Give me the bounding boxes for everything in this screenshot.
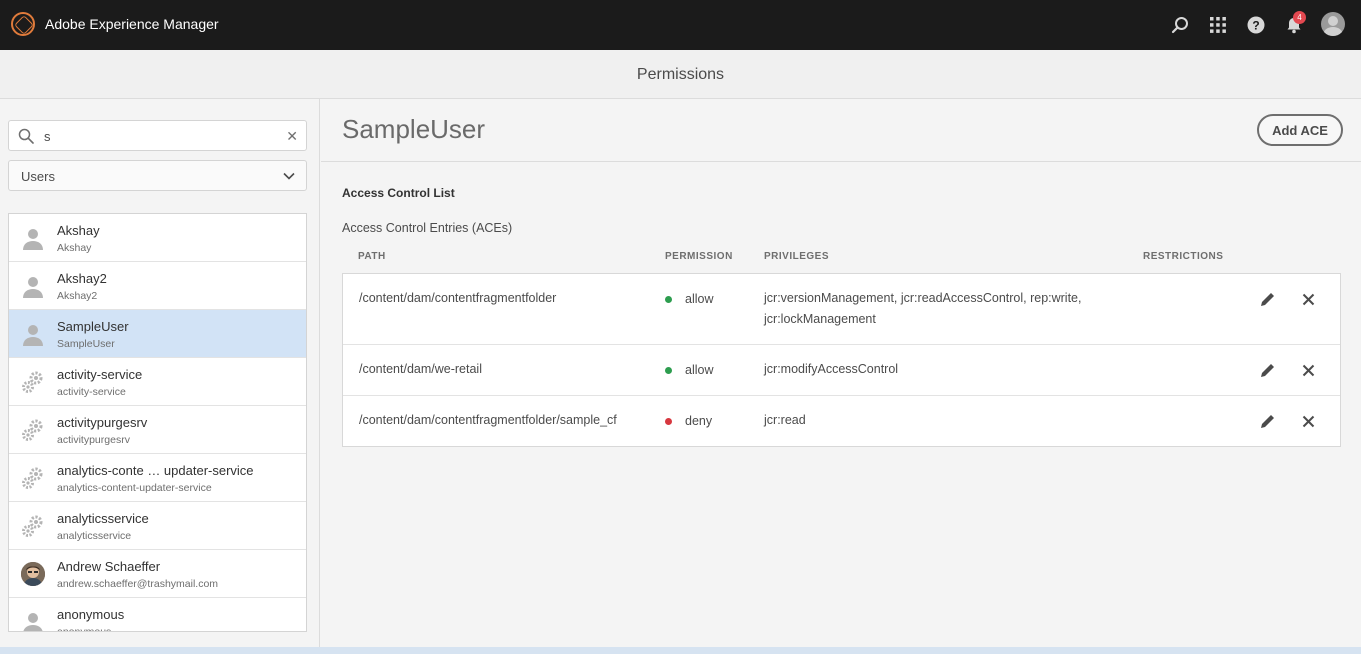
help-icon[interactable]: ? [1244, 13, 1268, 37]
ace-permission: allow [685, 363, 714, 377]
gears-icon [22, 419, 43, 441]
user-id: activity-service [57, 386, 126, 398]
photo-avatar [21, 562, 45, 586]
user-icon [23, 277, 43, 298]
notification-badge: 4 [1293, 11, 1306, 24]
table-row: /content/dam/contentfragmentfolder allow… [343, 274, 1340, 345]
gears-icon [22, 467, 43, 489]
column-header-privileges: PRIVILEGES [764, 251, 830, 262]
app-title[interactable]: Adobe Experience Manager [45, 16, 219, 32]
user-id: analyticsservice [57, 530, 132, 542]
user-id: anonymous [57, 626, 112, 632]
list-item[interactable]: Akshay2 Akshay2 [9, 262, 306, 310]
gears-icon [22, 371, 43, 393]
acl-heading: Access Control List [342, 186, 455, 200]
search-icon[interactable] [1168, 13, 1192, 37]
list-item[interactable]: analyticsservice analyticsservice [9, 502, 306, 550]
allow-status-dot [665, 367, 672, 374]
user-name: analyticsservice [57, 511, 149, 526]
user-name: anonymous [57, 607, 125, 622]
user-icon [23, 325, 43, 346]
avatar[interactable] [1321, 12, 1345, 36]
ace-privileges: jcr:versionManagement, jcr:readAccessCon… [764, 291, 1082, 305]
column-header-path: PATH [358, 251, 386, 262]
chevron-down-icon [283, 172, 295, 180]
list-item-selected[interactable]: SampleUser SampleUser [9, 310, 306, 358]
user-name: SampleUser [57, 319, 129, 334]
list-item[interactable]: activitypurgesrv activitypurgesrv [9, 406, 306, 454]
bottom-scroll-bar [0, 647, 1361, 654]
aem-logo-icon[interactable] [11, 12, 35, 36]
ace-path: /content/dam/contentfragmentfolder/sampl… [359, 413, 617, 427]
user-name: Akshay [57, 223, 100, 238]
ace-path: /content/dam/we-retail [359, 362, 482, 376]
delete-icon[interactable] [1298, 289, 1318, 309]
delete-icon[interactable] [1298, 360, 1318, 380]
allow-status-dot [665, 296, 672, 303]
gears-icon [22, 515, 43, 537]
principal-title: SampleUser [342, 114, 486, 144]
title-bar: Permissions [0, 50, 1361, 99]
user-icon [23, 229, 43, 250]
user-id: Akshay2 [57, 290, 98, 302]
list-item[interactable]: Akshay Akshay [9, 214, 306, 262]
user-icon [23, 613, 43, 631]
column-header-restrictions: RESTRICTIONS [1143, 251, 1224, 262]
user-id: andrew.schaeffer@trashymail.com [57, 578, 219, 590]
principal-type-select[interactable]: Users [8, 160, 307, 191]
ace-privileges: jcr:read [764, 413, 806, 427]
delete-icon[interactable] [1298, 411, 1318, 431]
list-item[interactable]: activity-service activity-service [9, 358, 306, 406]
edit-icon[interactable] [1257, 360, 1277, 380]
user-id: analytics-content-updater-service [57, 482, 212, 494]
user-id: activitypurgesrv [57, 434, 130, 446]
principal-sidebar: ✕ Users Akshay Akshay Akshay2 Akshay2 Sa… [0, 99, 320, 654]
ace-table: /content/dam/contentfragmentfolder allow… [342, 273, 1341, 447]
ace-permission: allow [685, 292, 714, 306]
list-item[interactable]: anonymous anonymous [9, 598, 306, 632]
ace-privileges: jcr:modifyAccessControl [764, 362, 899, 376]
list-item[interactable]: Andrew Schaeffer andrew.schaeffer@trashy… [9, 550, 306, 598]
user-name: activity-service [57, 367, 143, 382]
user-name: Andrew Schaeffer [57, 559, 161, 574]
user-name: activitypurgesrv [57, 415, 148, 430]
permissions-detail: SampleUser Add ACE Access Control List A… [321, 99, 1361, 654]
search-input[interactable] [44, 126, 274, 146]
edit-icon[interactable] [1257, 289, 1277, 309]
user-id: SampleUser [57, 338, 115, 350]
user-id: Akshay [57, 242, 92, 254]
search-icon [18, 128, 34, 144]
table-row: /content/dam/contentfragmentfolder/sampl… [343, 396, 1340, 446]
add-ace-button[interactable]: Add ACE [1257, 114, 1343, 146]
top-shell: Adobe Experience Manager ? 4 [0, 0, 1361, 50]
deny-status-dot [665, 418, 672, 425]
ace-permission: deny [685, 414, 713, 428]
ace-path: /content/dam/contentfragmentfolder [359, 291, 557, 305]
select-value: Users [21, 169, 55, 184]
list-item[interactable]: analytics-conte … updater-service analyt… [9, 454, 306, 502]
search-field[interactable]: ✕ [8, 120, 307, 151]
user-list: Akshay Akshay Akshay2 Akshay2 SampleUser… [8, 213, 307, 632]
apps-grid-icon[interactable] [1206, 13, 1230, 37]
divider [321, 161, 1361, 162]
edit-icon[interactable] [1257, 411, 1277, 431]
ace-privileges-continued: jcr:lockManagement [764, 312, 876, 326]
table-row: /content/dam/we-retail allow jcr:modifyA… [343, 345, 1340, 396]
ace-heading: Access Control Entries (ACEs) [342, 221, 513, 235]
page-title: Permissions [636, 66, 725, 83]
svg-text:?: ? [1252, 19, 1259, 33]
user-name: Akshay2 [57, 271, 107, 286]
user-name: analytics-conte … updater-service [57, 463, 254, 478]
clear-icon[interactable]: ✕ [286, 128, 298, 145]
column-header-permission: PERMISSION [665, 251, 733, 262]
